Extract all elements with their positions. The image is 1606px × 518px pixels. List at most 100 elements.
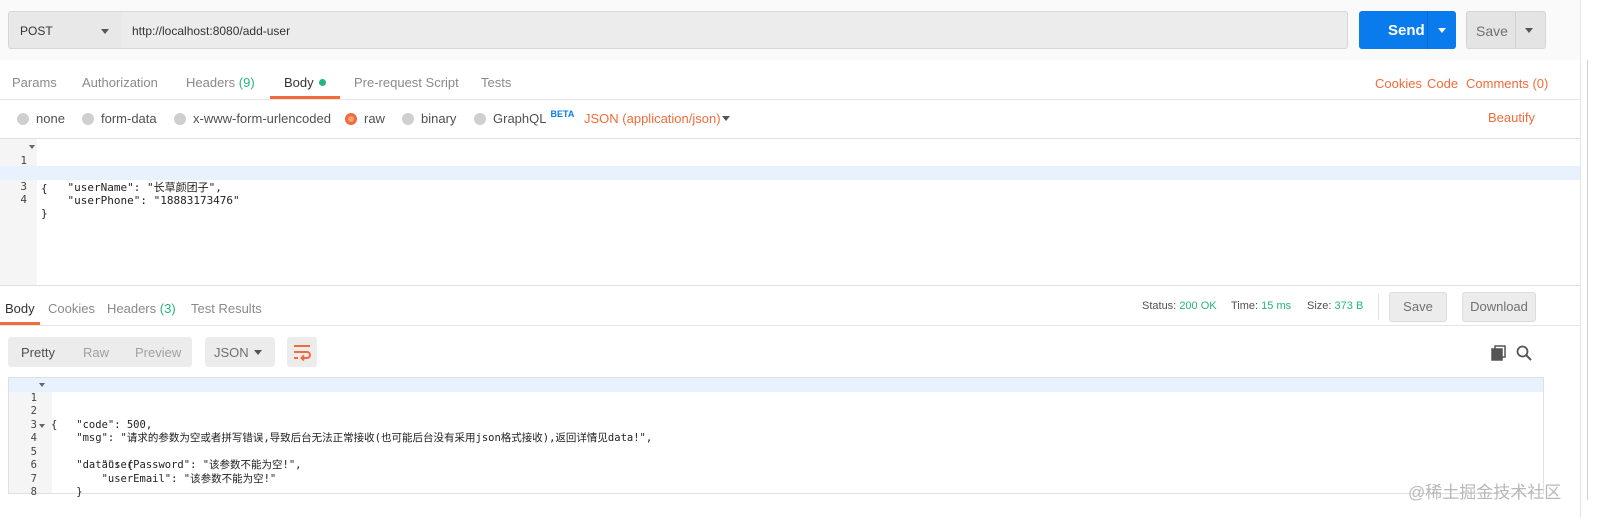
response-line: 6 "userEmail": "该参数不能为空!" <box>9 446 1543 485</box>
time-value: 15 ms <box>1261 300 1292 312</box>
send-divider <box>1427 11 1428 49</box>
response-tab-body[interactable]: Body <box>5 301 35 316</box>
chevron-down-icon <box>101 29 109 34</box>
status-value: 200 OK <box>1179 300 1217 312</box>
method-select[interactable]: POST <box>8 11 122 49</box>
cookies-link[interactable]: Cookies <box>1375 76 1422 91</box>
watermark: @稀土掘金技术社区 <box>1408 483 1562 502</box>
response-line: 8 } <box>9 473 1543 512</box>
response-tab-headers-label: Headers <box>107 301 157 316</box>
time-label: Time: <box>1231 300 1259 312</box>
radio-label: none <box>36 111 65 126</box>
tab-authorization[interactable]: Authorization <box>82 75 158 90</box>
format-label: JSON <box>214 345 249 360</box>
radio-none[interactable]: none <box>17 111 65 126</box>
fold-arrow-icon[interactable] <box>39 423 45 428</box>
radio-raw[interactable]: raw <box>345 111 385 126</box>
radio-form-data[interactable]: form-data <box>82 111 157 126</box>
body-type-selector: none form-data x-www-form-urlencoded raw… <box>0 100 1580 136</box>
request-body-editor[interactable]: 1 { 2 "userName": "长草颜团子", 3 "userPhone"… <box>0 138 1580 286</box>
save-label: Save <box>1476 23 1508 39</box>
format-select[interactable]: JSON <box>205 337 275 367</box>
tab-tests[interactable]: Tests <box>481 75 511 90</box>
send-button[interactable]: Send <box>1359 11 1456 49</box>
size-label: Size: <box>1307 300 1332 312</box>
status-info: Status: 200 OK <box>1142 300 1217 312</box>
tab-headers-label: Headers <box>186 75 236 90</box>
response-save-button[interactable]: Save <box>1389 292 1447 322</box>
response-line: 5 "userPassword": "该参数不能为空!", <box>9 432 1543 472</box>
code-line: 1 { <box>0 140 1580 195</box>
tab-prerequest-script[interactable]: Pre-request Script <box>354 75 459 90</box>
divider <box>1378 294 1379 320</box>
radio-label: x-www-form-urlencoded <box>193 111 331 126</box>
size-info: Size: 373 B <box>1307 300 1363 312</box>
tab-headers-count: (9) <box>238 75 255 90</box>
code-line: 4 } <box>0 179 1580 220</box>
code-link[interactable]: Code <box>1427 76 1458 91</box>
active-response-tab-underline <box>0 322 40 325</box>
response-line: 7 } <box>9 459 1543 499</box>
view-pretty-button[interactable]: Pretty <box>21 345 55 360</box>
radio-circle-icon <box>174 112 186 125</box>
tab-headers[interactable]: Headers (9) <box>186 75 255 90</box>
send-label: Send <box>1388 22 1425 39</box>
code-text: } <box>51 486 83 498</box>
tab-body[interactable]: Body <box>284 75 326 90</box>
code-text: "userPhone": "18883173476" <box>41 194 240 207</box>
wrap-lines-icon <box>294 345 311 362</box>
tab-body-label: Body <box>284 75 314 90</box>
size-value: 373 B <box>1334 300 1364 312</box>
line-number: 8 <box>30 486 37 498</box>
comments-link[interactable]: Comments (0) <box>1466 76 1548 91</box>
request-tabs: Params Authorization Headers (9) Body Pr… <box>0 62 1580 100</box>
radio-circle-icon <box>474 112 486 125</box>
chevron-down-icon <box>254 350 262 355</box>
response-line: 4 "data": { <box>9 419 1543 471</box>
response-body-viewer[interactable]: 1 { 2 "code": 500, 3 "msg": "请求的参数为空或者拼写… <box>8 377 1544 512</box>
response-line: 1 { <box>9 378 1543 431</box>
view-mode-segmented: Pretty Raw Preview <box>8 337 192 367</box>
request-bar: POST http://localhost:8080/add-user Send… <box>0 0 1580 60</box>
radio-circle-icon <box>402 112 414 125</box>
radio-selected-icon <box>345 112 357 125</box>
beautify-link[interactable]: Beautify <box>1488 110 1535 125</box>
radio-circle-icon <box>82 112 94 125</box>
search-icon[interactable] <box>1515 344 1533 362</box>
content-type-select[interactable]: JSON (application/json) <box>584 111 721 126</box>
response-line: 2 "code": 500, <box>9 392 1543 431</box>
radio-circle-icon <box>17 112 29 125</box>
save-options-chevron-icon[interactable] <box>1525 28 1533 33</box>
status-label: Status: <box>1142 300 1177 312</box>
response-tab-test-results[interactable]: Test Results <box>191 301 262 316</box>
fold-arrow-icon[interactable] <box>39 383 45 387</box>
view-preview-button[interactable]: Preview <box>135 345 181 360</box>
view-raw-button[interactable]: Raw <box>83 345 109 360</box>
send-options-chevron-icon[interactable] <box>1438 28 1446 33</box>
response-tab-cookies[interactable]: Cookies <box>48 301 95 316</box>
line-number: 4 <box>20 193 27 206</box>
wrap-lines-button[interactable] <box>287 337 317 367</box>
radio-graphql[interactable]: GraphQL BETA <box>474 109 574 126</box>
code-text: } <box>41 207 48 220</box>
content-type-chevron-icon[interactable] <box>722 116 730 121</box>
response-tabs: Body Cookies Headers (3) Test Results St… <box>0 290 1580 326</box>
code-line-active: 3 "userPhone": "18883173476" <box>0 166 1580 207</box>
save-button[interactable]: Save <box>1466 11 1546 49</box>
horizontal-scroll-area[interactable] <box>0 500 1580 518</box>
response-tab-headers[interactable]: Headers (3) <box>107 301 176 316</box>
url-input[interactable]: http://localhost:8080/add-user <box>121 11 1348 49</box>
code-line: 2 "userName": "长草颜团子", <box>0 153 1580 194</box>
response-line: 3 "msg": "请求的参数为空或者拼写错误,导致后台无法正常接收(也可能后台… <box>9 405 1543 445</box>
fold-arrow-icon[interactable] <box>29 145 35 149</box>
download-button[interactable]: Download <box>1462 292 1536 322</box>
tab-params[interactable]: Params <box>12 75 57 90</box>
body-indicator-dot-icon <box>318 79 326 87</box>
radio-label: form-data <box>101 111 157 126</box>
url-text: http://localhost:8080/add-user <box>132 24 291 38</box>
radio-binary[interactable]: binary <box>402 111 456 126</box>
radio-x-www-form-urlencoded[interactable]: x-www-form-urlencoded <box>174 111 331 126</box>
window-scrollbar[interactable] <box>1580 0 1606 518</box>
copy-icon[interactable] <box>1490 344 1508 362</box>
time-info: Time: 15 ms <box>1231 300 1291 312</box>
